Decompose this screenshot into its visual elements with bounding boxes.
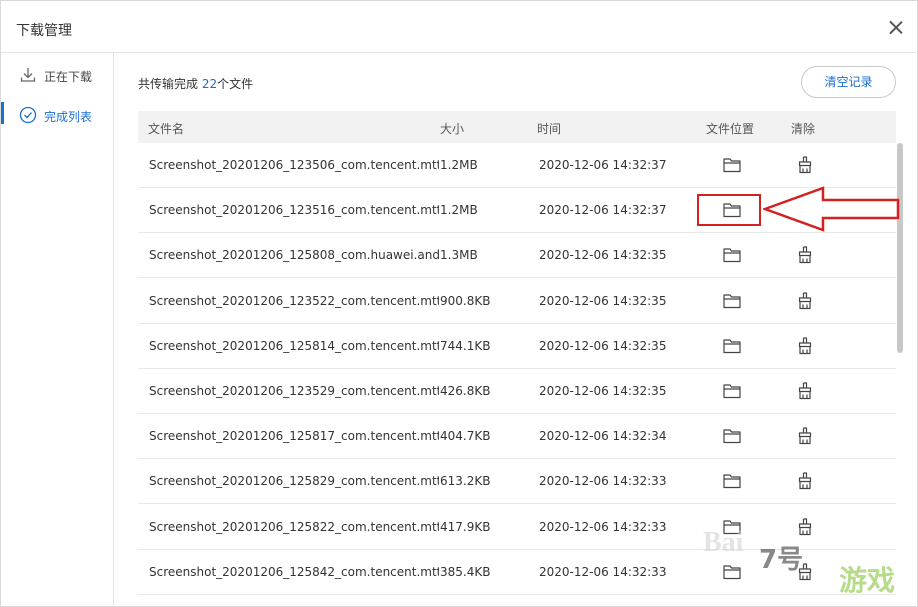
file-name: Screenshot_20201206_125842_com.tencent.m… — [149, 564, 439, 579]
header-time[interactable]: 时间 — [537, 120, 561, 137]
file-size: 417.9KB — [440, 519, 491, 534]
watermark-text: Bai — [703, 527, 744, 558]
summary-prefix: 共传输完成 — [138, 77, 202, 91]
file-time: 2020-12-06 14:32:35 — [539, 248, 667, 263]
table-row: Screenshot_20201206_125808_com.huawei.an… — [138, 233, 896, 279]
file-name: Screenshot_20201206_125829_com.tencent.m… — [149, 474, 439, 489]
table-row: Screenshot_20201206_123506_com.tencent.m… — [138, 143, 896, 188]
folder-icon[interactable] — [723, 383, 741, 399]
header-clear: 清除 — [791, 122, 816, 136]
transfer-summary: 共传输完成 22个文件 — [138, 75, 253, 92]
header-location: 文件位置 — [706, 122, 755, 136]
header-size[interactable]: 大小 — [440, 120, 464, 137]
broom-icon[interactable] — [797, 427, 813, 445]
summary-suffix: 个文件 — [217, 77, 254, 91]
file-name: Screenshot_20201206_123529_com.tencent.m… — [149, 384, 439, 398]
file-time: 2020-12-06 14:32:35 — [539, 293, 667, 308]
file-size: 426.8KB — [440, 384, 491, 398]
file-size: 385.4KB — [440, 564, 491, 579]
table-header: 文件名 大小 时间 文件位置 清除 — [138, 111, 896, 143]
download-manager-dialog: 下载管理 正在下载 完成列表 共传输完成 22个文件 清空记录 文件名 大小 时… — [0, 0, 918, 607]
folder-icon[interactable] — [723, 428, 741, 444]
active-indicator — [1, 102, 4, 124]
check-circle-icon — [19, 106, 37, 124]
broom-icon[interactable] — [797, 382, 813, 400]
file-time: 2020-12-06 14:32:37 — [539, 158, 667, 172]
file-size: 1.2MB — [440, 203, 478, 218]
header-filename[interactable]: 文件名 — [148, 120, 184, 137]
file-time: 2020-12-06 14:32:34 — [539, 429, 667, 444]
folder-icon[interactable] — [723, 473, 741, 489]
clear-records-button[interactable]: 清空记录 — [801, 66, 896, 98]
scrollbar-thumb[interactable] — [897, 143, 903, 353]
folder-icon[interactable] — [723, 338, 741, 354]
sidebar: 正在下载 完成列表 — [1, 53, 114, 607]
file-name: Screenshot_20201206_125822_com.tencent.m… — [149, 519, 439, 534]
file-time: 2020-12-06 14:32:33 — [539, 519, 667, 534]
annotation-arrow — [763, 186, 900, 232]
file-size: 404.7KB — [440, 429, 491, 444]
download-icon — [20, 68, 36, 82]
sidebar-item-label: 完成列表 — [44, 110, 93, 124]
folder-icon[interactable] — [723, 293, 741, 309]
title-bar: 下载管理 — [1, 1, 918, 53]
file-name: Screenshot_20201206_123506_com.tencent.m… — [149, 158, 439, 172]
broom-icon[interactable] — [797, 291, 813, 310]
close-icon[interactable] — [885, 17, 907, 39]
table-row: Screenshot_20201206_125814_com.tencent.m… — [138, 324, 896, 369]
table-row: Screenshot_20201206_125817_com.tencent.m… — [138, 414, 896, 460]
file-time: 2020-12-06 14:32:33 — [539, 474, 667, 489]
sidebar-item-completed[interactable]: 完成列表 — [1, 96, 113, 132]
window-title: 下载管理 — [16, 23, 72, 39]
sidebar-item-label: 正在下载 — [44, 70, 93, 84]
file-size: 613.2KB — [440, 474, 491, 489]
file-name: Screenshot_20201206_123516_com.tencent.m… — [149, 203, 439, 218]
watermark-text: 游戏 — [839, 564, 896, 597]
file-size: 744.1KB — [440, 338, 491, 353]
file-count: 22 — [201, 77, 218, 91]
broom-icon[interactable] — [797, 472, 813, 490]
broom-icon[interactable] — [797, 156, 813, 174]
table-row: Screenshot_20201206_125829_com.tencent.m… — [138, 459, 896, 505]
broom-icon[interactable] — [797, 337, 813, 355]
table-row: Screenshot_20201206_123522_com.tencent.m… — [138, 279, 896, 324]
annotation-highlight-box — [697, 194, 761, 226]
file-time: 2020-12-06 14:32:37 — [539, 203, 667, 218]
file-time: 2020-12-06 14:32:35 — [539, 384, 667, 398]
folder-icon[interactable] — [723, 157, 741, 173]
folder-icon[interactable] — [723, 247, 741, 263]
file-name: Screenshot_20201206_125808_com.huawei.an… — [149, 248, 439, 263]
table-row: Screenshot_20201206_123529_com.tencent.m… — [138, 369, 896, 414]
file-name: Screenshot_20201206_123522_com.tencent.m… — [149, 293, 439, 308]
watermark-logo: Bai 7号 游戏 — [701, 519, 918, 607]
file-time: 2020-12-06 14:32:35 — [539, 338, 667, 353]
file-time: 2020-12-06 14:32:33 — [539, 564, 667, 579]
file-size: 1.3MB — [440, 248, 478, 263]
watermark-text: 7号 — [759, 545, 804, 575]
broom-icon[interactable] — [797, 246, 813, 264]
sidebar-item-downloading[interactable]: 正在下载 — [1, 56, 113, 92]
file-name: Screenshot_20201206_125817_com.tencent.m… — [149, 429, 439, 444]
file-size: 900.8KB — [440, 293, 491, 308]
file-name: Screenshot_20201206_125814_com.tencent.m… — [149, 338, 439, 353]
file-size: 1.2MB — [440, 158, 478, 172]
